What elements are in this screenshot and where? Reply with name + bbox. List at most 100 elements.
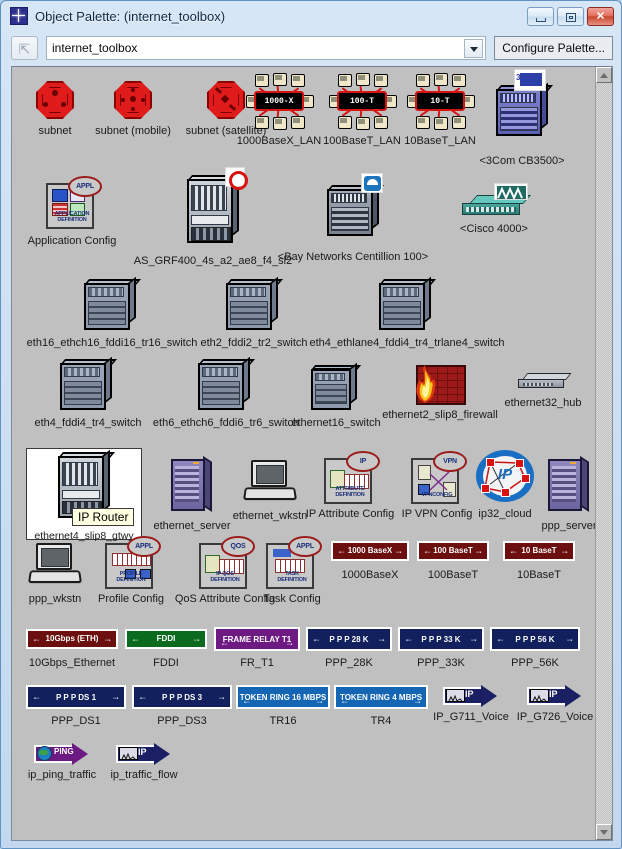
- link-bar: ← P P P DS 3 →: [132, 685, 232, 709]
- switch-chassis-icon: [60, 356, 118, 411]
- globe-icon: [37, 746, 52, 761]
- palette-item-label: eth6_ethch6_fddi6_tr6_switch: [152, 417, 300, 429]
- switch-chassis-icon: [379, 276, 437, 331]
- palette-toolbar: ⇱ internet_toolbox Configure Palette...: [11, 35, 613, 61]
- link-bar-icon: ← P P P 33 K →: [398, 627, 484, 651]
- appl-badge: APPL: [288, 536, 322, 557]
- ip-attribute-definition-icon: ATTRIBUTE DEFINITION IP: [324, 451, 380, 504]
- bay-networks-chassis-icon: [327, 173, 385, 241]
- configure-palette-button[interactable]: Configure Palette...: [494, 36, 613, 60]
- palette-item-label: PPP_56K: [511, 657, 559, 669]
- server-tower-icon: [548, 456, 590, 512]
- link-bar-icon: ← P P P 56 K →: [490, 627, 580, 651]
- scroll-down-icon: [600, 830, 608, 835]
- configure-palette-label: Configure Palette...: [502, 41, 605, 55]
- palette-item-label: Task Config: [263, 593, 321, 605]
- right-arrow-icon: →: [377, 633, 386, 644]
- close-button[interactable]: ✕: [587, 7, 614, 26]
- palette-item-label: ip_traffic_flow: [110, 769, 178, 781]
- hub-icon: [518, 373, 572, 391]
- link-bar-text: 1000 BaseX: [347, 546, 393, 555]
- link-bar: ← P P P 28 K →: [306, 627, 392, 651]
- maximize-button[interactable]: [557, 7, 584, 26]
- link-bar: ← 100 BaseT →: [417, 541, 489, 561]
- palette-item-label: <Bay Networks Centillion 100>: [277, 251, 429, 263]
- link-bar-text: FRAME RELAY T1: [222, 634, 292, 644]
- palette-item-label: FR_T1: [240, 657, 274, 669]
- config-caption: VPNCONFIG: [421, 492, 453, 498]
- link-bar: ← P P P DS 1 →: [26, 685, 126, 709]
- palette-item-label: IP_G711_Voice: [433, 711, 509, 723]
- switch-chassis-icon: [84, 276, 142, 331]
- config-caption: IP QOS DEFINITION: [210, 571, 240, 583]
- ip-traffic-arrow-icon: IP: [527, 685, 583, 707]
- minimize-button[interactable]: [527, 7, 554, 26]
- left-arrow-icon: ←: [32, 633, 41, 644]
- right-arrow-icon: →: [413, 695, 422, 706]
- palette-item-label: subnet: [38, 125, 72, 137]
- palette-item-label: ip_ping_traffic: [27, 769, 97, 781]
- vertical-scrollbar[interactable]: [595, 67, 612, 840]
- right-arrow-icon: →: [103, 633, 112, 644]
- palette-item-label: eth4_ethlane4_fddi4_tr4_trlane4_switch: [309, 337, 505, 349]
- link-bar-icon: ← P P P 28 K →: [306, 627, 392, 651]
- ip-traffic-arrow-icon: IP: [443, 685, 499, 707]
- left-arrow-icon: ←: [496, 633, 505, 644]
- palette-item-label: 100BaseT_LAN: [323, 135, 401, 147]
- traffic-arrow-text: IP: [549, 689, 558, 699]
- firewall-icon: [412, 363, 468, 407]
- maximize-icon: [566, 13, 576, 22]
- palette-item-label: eth4_fddi4_tr4_switch: [34, 417, 142, 429]
- palette-item-label: <Cisco 4000>: [460, 223, 528, 235]
- subnet-mobile-octagon-icon: [114, 81, 152, 119]
- close-icon: ✕: [595, 10, 606, 22]
- link-bar-icon: ← 10 BaseT →: [503, 541, 575, 561]
- lan-cluster-icon: 100-T: [328, 73, 397, 130]
- traffic-arrow-text: IP: [138, 747, 147, 757]
- link-bar: ← 1000 BaseX →: [331, 541, 409, 561]
- left-arrow-icon: ←: [131, 633, 140, 644]
- palette-item-label: 10BaseT: [516, 569, 562, 581]
- ip-qos-definition-icon: IP QOS DEFINITION QOS: [199, 536, 255, 589]
- link-bar-icon: ← P P P DS 1 →: [26, 685, 126, 709]
- scroll-down-button[interactable]: [596, 824, 612, 840]
- palette-item-label: Profile Config: [97, 593, 165, 605]
- scroll-up-button[interactable]: [596, 67, 612, 83]
- palette-item-label: 1000BaseX_LAN: [236, 135, 322, 147]
- left-arrow-icon: ←: [32, 691, 41, 702]
- palette-canvas[interactable]: subnet subnet (mobile) subnet (satellite…: [12, 67, 596, 840]
- link-bar: ← TOKEN RING 4 MBPS →: [334, 685, 428, 709]
- palette-item-label: ethernet2_slip8_firewall: [382, 409, 498, 421]
- lan-hub-label: 1000-X: [254, 91, 304, 111]
- right-arrow-icon: →: [315, 695, 324, 706]
- left-arrow-icon: ←: [509, 545, 518, 556]
- link-bar-text: FDDI: [156, 634, 176, 643]
- appl-badge: APPL: [68, 176, 102, 197]
- qos-badge: QOS: [221, 536, 255, 557]
- lan-hub-label: 10-T: [415, 91, 465, 111]
- right-arrow-icon: →: [565, 633, 574, 644]
- link-bar: ← 10Gbps (ETH) →: [26, 629, 118, 649]
- ip-vpnconfig-icon: VPNCONFIG VPN: [411, 451, 467, 504]
- ip-badge: IP: [346, 451, 380, 472]
- up-arrow-icon: ⇱: [18, 41, 31, 57]
- palette-select[interactable]: internet_toolbox: [46, 36, 487, 60]
- right-arrow-icon: →: [111, 691, 120, 702]
- lan-hub-label: 100-T: [337, 91, 387, 111]
- application-definition-icon: APPLICATION DEFINITION APPL: [46, 176, 102, 229]
- palette-item-label: ethernet_wkstn: [232, 510, 308, 522]
- up-one-level-button[interactable]: ⇱: [11, 36, 38, 60]
- link-bar-text: TOKEN RING 16 MBPS: [239, 692, 327, 702]
- palette-item-label: ip32_cloud: [478, 508, 532, 520]
- palette-item-label: FDDI: [153, 657, 179, 669]
- link-bar-icon: ← 100 BaseT →: [417, 541, 489, 561]
- palette-item-label: QoS Attribute Config: [174, 593, 276, 605]
- chevron-down-icon[interactable]: [464, 39, 484, 58]
- switch-chassis-icon: [311, 362, 362, 411]
- title-bar: Object Palette: (internet_toolbox) ✕: [4, 3, 620, 29]
- sparkle-icon: [10, 7, 28, 25]
- link-bar-text: P P P DS 1: [55, 692, 97, 702]
- left-arrow-icon: ←: [337, 545, 346, 556]
- palette-item-label: ethernet16_switch: [291, 417, 381, 429]
- left-arrow-icon: ←: [138, 691, 147, 702]
